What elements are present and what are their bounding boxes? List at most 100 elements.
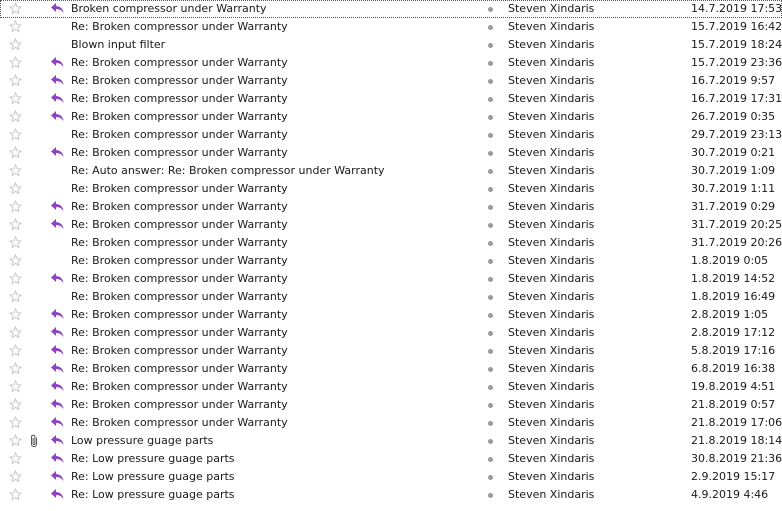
message-row[interactable]: Re: Broken compressor under Warranty Ste… [0, 108, 782, 126]
read-status-dot[interactable] [488, 439, 493, 444]
message-subject[interactable]: Re: Broken compressor under Warranty [71, 306, 471, 324]
star-icon[interactable] [9, 110, 22, 123]
read-status-dot[interactable] [488, 421, 493, 426]
message-row[interactable]: Re: Broken compressor under Warranty Ste… [0, 396, 782, 414]
star-cell[interactable] [9, 162, 25, 180]
message-subject[interactable]: Re: Broken compressor under Warranty [71, 144, 471, 162]
message-row[interactable]: Broken compressor under Warranty Steven … [0, 0, 782, 18]
read-status-cell[interactable] [486, 378, 496, 396]
star-icon[interactable] [9, 488, 22, 501]
star-cell[interactable] [9, 90, 25, 108]
read-status-dot[interactable] [488, 115, 493, 120]
star-cell[interactable] [9, 108, 25, 126]
read-status-dot[interactable] [488, 187, 493, 192]
message-row[interactable]: Re: Broken compressor under Warranty Ste… [0, 144, 782, 162]
star-icon[interactable] [9, 92, 22, 105]
read-status-cell[interactable] [486, 360, 496, 378]
message-subject[interactable]: Re: Low pressure guage parts [71, 486, 471, 504]
read-status-dot[interactable] [488, 385, 493, 390]
message-subject[interactable]: Re: Broken compressor under Warranty [71, 414, 471, 432]
read-status-cell[interactable] [486, 90, 496, 108]
star-icon[interactable] [9, 308, 22, 321]
star-icon[interactable] [9, 218, 22, 231]
star-cell[interactable] [9, 324, 25, 342]
read-status-dot[interactable] [488, 79, 493, 84]
read-status-dot[interactable] [488, 313, 493, 318]
message-row[interactable]: Blown input filter Steven Xindaris 15.7.… [0, 36, 782, 54]
star-cell[interactable] [9, 180, 25, 198]
message-subject[interactable]: Re: Auto answer: Re: Broken compressor u… [71, 162, 471, 180]
read-status-cell[interactable] [486, 252, 496, 270]
read-status-cell[interactable] [486, 468, 496, 486]
star-icon[interactable] [9, 290, 22, 303]
star-cell[interactable] [9, 306, 25, 324]
star-cell[interactable] [9, 360, 25, 378]
read-status-dot[interactable] [488, 97, 493, 102]
read-status-cell[interactable] [486, 396, 496, 414]
read-status-dot[interactable] [488, 241, 493, 246]
message-subject[interactable]: Re: Broken compressor under Warranty [71, 126, 471, 144]
read-status-cell[interactable] [486, 162, 496, 180]
message-row[interactable]: Re: Broken compressor under Warranty Ste… [0, 360, 782, 378]
read-status-dot[interactable] [488, 223, 493, 228]
read-status-dot[interactable] [488, 133, 493, 138]
star-cell[interactable] [9, 252, 25, 270]
star-cell[interactable] [9, 126, 25, 144]
message-row[interactable]: Re: Low pressure guage parts Steven Xind… [0, 468, 782, 486]
star-icon[interactable] [9, 362, 22, 375]
message-subject[interactable]: Re: Broken compressor under Warranty [71, 54, 471, 72]
read-status-dot[interactable] [488, 205, 493, 210]
read-status-cell[interactable] [486, 0, 496, 18]
read-status-cell[interactable] [486, 450, 496, 468]
message-row[interactable]: Re: Broken compressor under Warranty Ste… [0, 234, 782, 252]
read-status-dot[interactable] [488, 61, 493, 66]
star-cell[interactable] [9, 288, 25, 306]
message-row[interactable]: Re: Broken compressor under Warranty Ste… [0, 342, 782, 360]
message-subject[interactable]: Re: Broken compressor under Warranty [71, 72, 471, 90]
message-subject[interactable]: Re: Broken compressor under Warranty [71, 270, 471, 288]
star-icon[interactable] [9, 2, 22, 15]
read-status-cell[interactable] [486, 288, 496, 306]
star-icon[interactable] [9, 398, 22, 411]
message-row[interactable]: Re: Broken compressor under Warranty Ste… [0, 198, 782, 216]
star-icon[interactable] [9, 128, 22, 141]
read-status-cell[interactable] [486, 198, 496, 216]
message-row[interactable]: Re: Broken compressor under Warranty Ste… [0, 414, 782, 432]
star-cell[interactable] [9, 468, 25, 486]
read-status-cell[interactable] [486, 306, 496, 324]
star-cell[interactable] [9, 0, 25, 18]
read-status-dot[interactable] [488, 331, 493, 336]
message-subject[interactable]: Low pressure guage parts [71, 432, 471, 450]
star-cell[interactable] [9, 486, 25, 504]
message-subject[interactable]: Re: Broken compressor under Warranty [71, 378, 471, 396]
message-row[interactable]: Re: Broken compressor under Warranty Ste… [0, 324, 782, 342]
read-status-cell[interactable] [486, 486, 496, 504]
star-cell[interactable] [9, 378, 25, 396]
star-icon[interactable] [9, 452, 22, 465]
message-row[interactable]: Re: Broken compressor under Warranty Ste… [0, 306, 782, 324]
star-icon[interactable] [9, 344, 22, 357]
message-subject[interactable]: Re: Broken compressor under Warranty [71, 252, 471, 270]
read-status-dot[interactable] [488, 457, 493, 462]
message-row[interactable]: Re: Broken compressor under Warranty Ste… [0, 180, 782, 198]
star-icon[interactable] [9, 182, 22, 195]
star-icon[interactable] [9, 416, 22, 429]
star-icon[interactable] [9, 434, 22, 447]
read-status-cell[interactable] [486, 144, 496, 162]
read-status-cell[interactable] [486, 108, 496, 126]
message-row[interactable]: Re: Broken compressor under Warranty Ste… [0, 72, 782, 90]
star-cell[interactable] [9, 72, 25, 90]
star-cell[interactable] [9, 396, 25, 414]
message-row[interactable]: Re: Broken compressor under Warranty Ste… [0, 18, 782, 36]
message-subject[interactable]: Re: Broken compressor under Warranty [71, 108, 471, 126]
message-subject[interactable]: Re: Low pressure guage parts [71, 468, 471, 486]
message-row[interactable]: Re: Broken compressor under Warranty Ste… [0, 378, 782, 396]
read-status-cell[interactable] [486, 270, 496, 288]
message-subject[interactable]: Blown input filter [71, 36, 471, 54]
message-subject[interactable]: Re: Broken compressor under Warranty [71, 288, 471, 306]
read-status-cell[interactable] [486, 216, 496, 234]
message-row[interactable]: Re: Broken compressor under Warranty Ste… [0, 252, 782, 270]
star-cell[interactable] [9, 18, 25, 36]
star-icon[interactable] [9, 38, 22, 51]
star-icon[interactable] [9, 200, 22, 213]
